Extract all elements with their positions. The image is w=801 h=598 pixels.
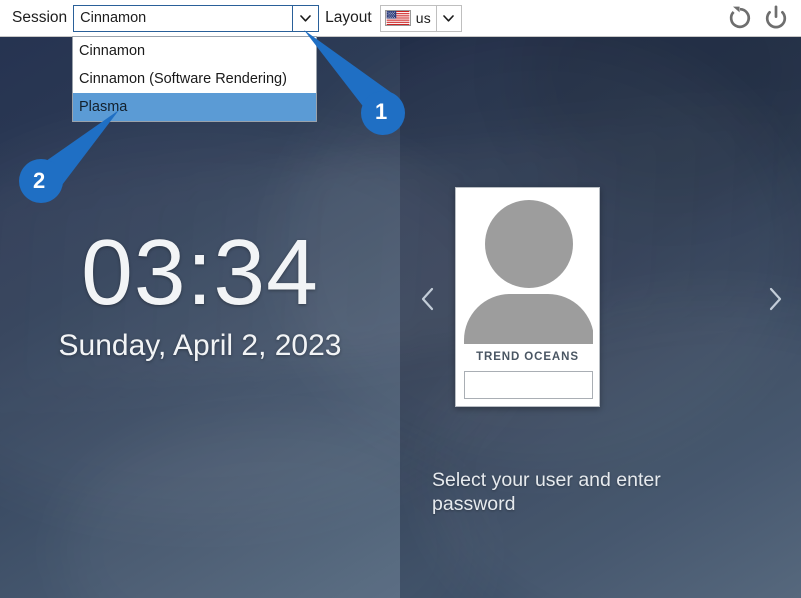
chevron-down-icon bbox=[300, 14, 311, 22]
shutdown-button[interactable] bbox=[759, 1, 793, 35]
session-dropdown-list[interactable]: Cinnamon Cinnamon (Software Rendering) P… bbox=[72, 36, 317, 122]
power-icon bbox=[765, 5, 787, 29]
login-screen: 03:34 Sunday, April 2, 2023 TREND OCEANS… bbox=[0, 0, 801, 598]
restart-button[interactable] bbox=[723, 1, 757, 35]
top-toolbar: Session Cinnamon Layout us bbox=[0, 0, 801, 37]
layout-combobox[interactable]: us bbox=[379, 4, 462, 32]
avatar-body-icon bbox=[464, 294, 593, 344]
clock-widget: 03:34 Sunday, April 2, 2023 bbox=[0, 220, 400, 363]
session-option-plasma[interactable]: Plasma bbox=[73, 93, 316, 121]
user-name: TREND OCEANS bbox=[476, 351, 579, 363]
user-card[interactable]: TREND OCEANS bbox=[455, 187, 600, 407]
clock-date: Sunday, April 2, 2023 bbox=[58, 329, 342, 363]
previous-user-button[interactable] bbox=[412, 282, 444, 316]
chevron-left-icon bbox=[421, 287, 434, 311]
session-dropdown-arrow[interactable] bbox=[292, 5, 319, 31]
session-option-label: Cinnamon (Software Rendering) bbox=[79, 71, 287, 87]
restart-icon bbox=[729, 6, 751, 29]
session-selected-value: Cinnamon bbox=[80, 10, 147, 26]
session-option-label: Cinnamon bbox=[79, 43, 146, 59]
layout-dropdown-arrow[interactable] bbox=[435, 5, 461, 31]
avatar bbox=[464, 196, 593, 344]
session-combobox[interactable]: Cinnamon bbox=[73, 4, 320, 32]
chevron-down-icon bbox=[443, 14, 455, 22]
chevron-right-icon bbox=[769, 287, 782, 311]
next-user-button[interactable] bbox=[759, 282, 791, 316]
login-hint-text: Select your user and enter password bbox=[432, 469, 661, 516]
session-option-label: Plasma bbox=[79, 99, 128, 115]
avatar-head-icon bbox=[484, 200, 573, 288]
clock-time: 03:34 bbox=[81, 220, 319, 324]
session-option-cinnamon[interactable]: Cinnamon bbox=[73, 37, 316, 65]
layout-selected-value: us bbox=[415, 10, 432, 26]
session-option-cinnamon-software-rendering[interactable]: Cinnamon (Software Rendering) bbox=[73, 65, 316, 93]
layout-label: Layout bbox=[325, 9, 372, 26]
us-flag-icon bbox=[384, 10, 411, 26]
session-label: Session bbox=[12, 9, 68, 26]
password-input[interactable] bbox=[464, 371, 593, 399]
